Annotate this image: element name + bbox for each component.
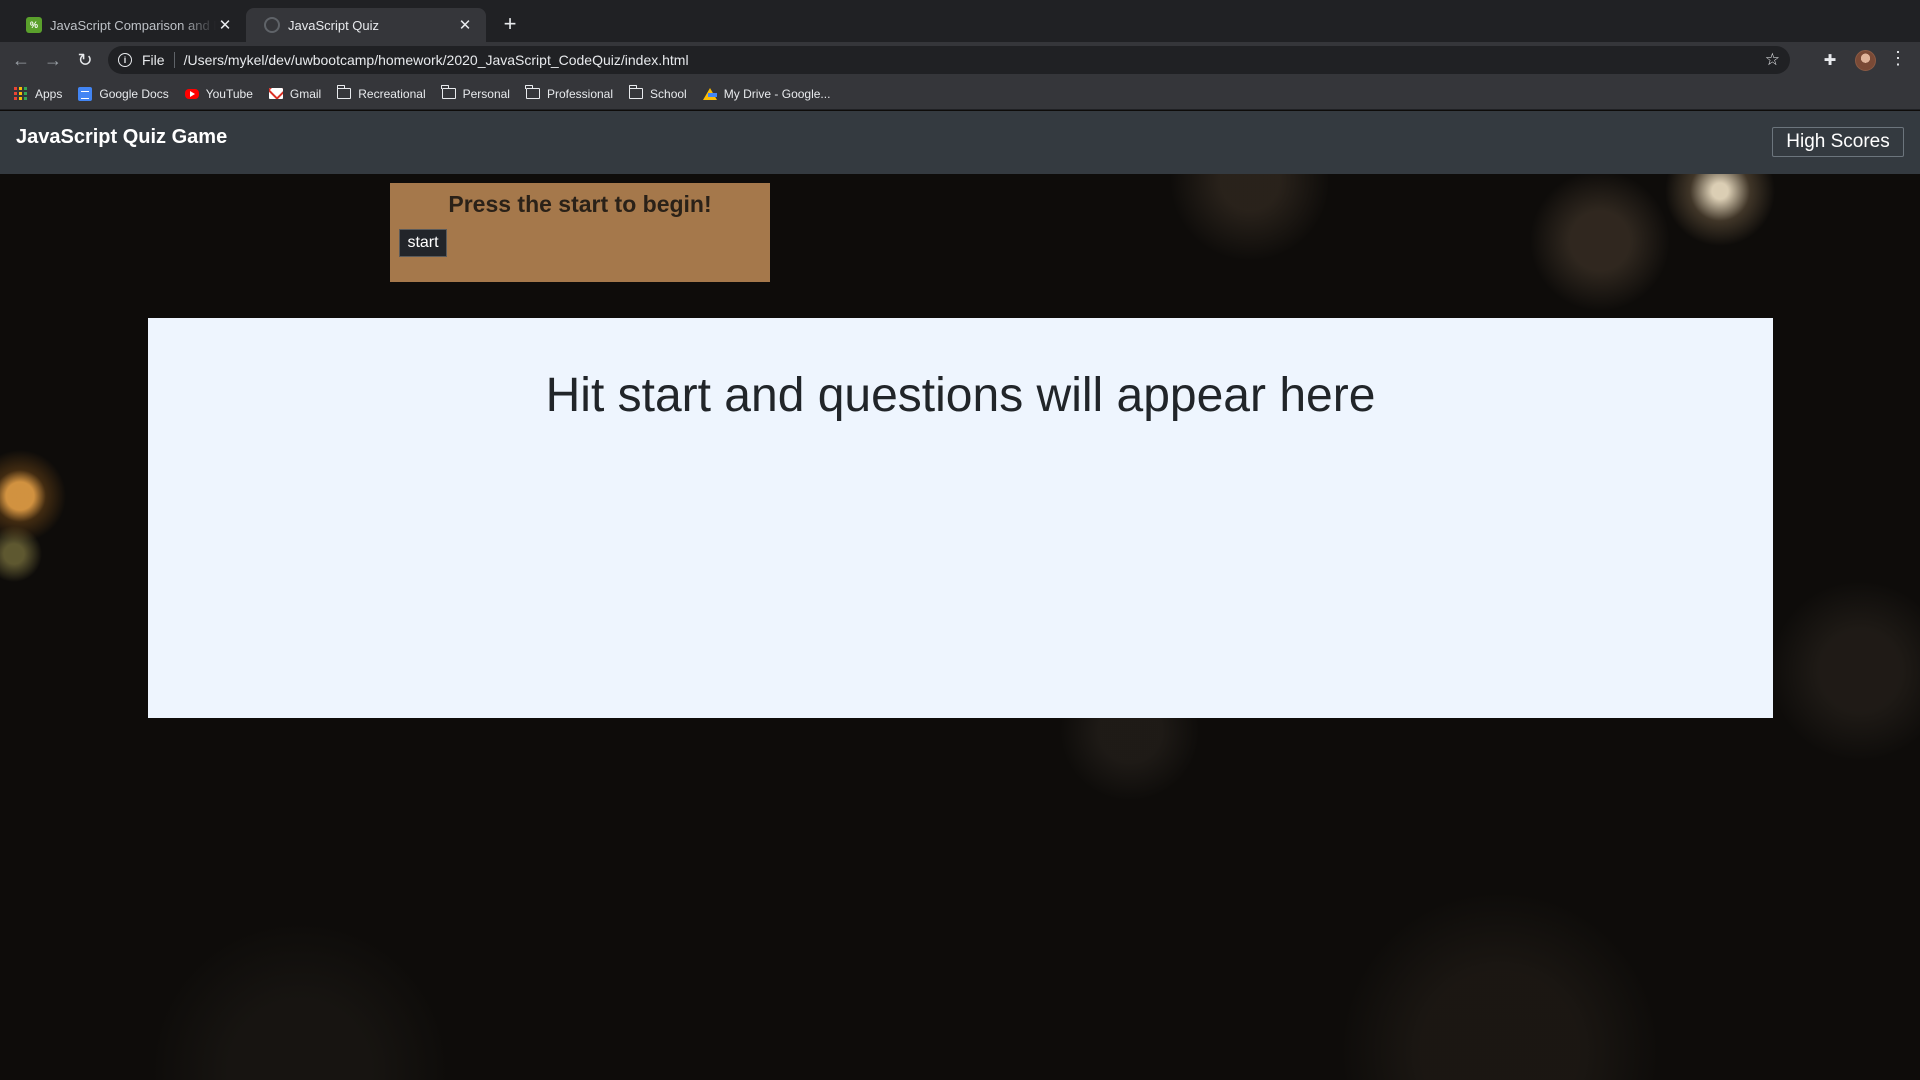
bookmark-label: Gmail (289, 86, 322, 101)
high-scores-button[interactable]: High Scores (1772, 127, 1904, 157)
question-placeholder: Hit start and questions will appear here (545, 369, 1376, 422)
question-panel: Hit start and questions will appear here (148, 318, 1773, 718)
browser-menu-icon[interactable]: ⋮ (1888, 48, 1908, 72)
page-viewport: JavaScript Quiz Game High Scores Press t… (0, 111, 1920, 1080)
bookmark-recreational[interactable]: Recreational (336, 85, 426, 101)
bookmark-star-icon[interactable]: ☆ (1765, 50, 1780, 70)
address-divider (173, 52, 175, 68)
bookmark-label: Personal (462, 86, 510, 101)
bookmark-youtube[interactable]: YouTube (184, 86, 253, 101)
bookmark-gmail[interactable]: Gmail (268, 86, 322, 101)
globe-favicon-icon (264, 17, 280, 33)
reload-icon[interactable]: ↻ (73, 48, 97, 72)
bookmark-my-drive[interactable]: My Drive - Google... (702, 86, 831, 101)
profile-avatar[interactable] (1855, 50, 1876, 71)
start-card: Press the start to begin! start (390, 183, 770, 282)
navbar-brand[interactable]: JavaScript Quiz Game (16, 126, 227, 149)
bookmark-apps[interactable]: Apps (14, 86, 63, 101)
bookmark-label: Apps (35, 86, 63, 101)
browser-tab-comparison-operators[interactable]: % JavaScript Comparison and Logical Oper… (8, 8, 246, 42)
google-drive-icon (702, 87, 717, 100)
tab-title: JavaScript Comparison and Logical Operat… (50, 17, 216, 33)
close-tab-icon[interactable]: ✕ (216, 16, 234, 34)
gmail-icon (268, 88, 283, 99)
bookmark-label: YouTube (205, 86, 253, 101)
folder-icon (336, 85, 352, 99)
folder-icon (441, 85, 456, 99)
start-button[interactable]: start (399, 229, 447, 257)
bookmark-label: Google Docs (99, 86, 169, 101)
new-tab-icon[interactable]: + (498, 13, 522, 37)
browser-tab-javascript-quiz[interactable]: JavaScript Quiz ✕ (246, 8, 486, 42)
scheme-chip[interactable]: File (142, 52, 165, 68)
folder-icon (525, 85, 540, 99)
site-info-icon[interactable]: i (118, 53, 132, 67)
tab-title: JavaScript Quiz (288, 17, 380, 33)
youtube-icon (184, 88, 199, 99)
bookmark-personal[interactable]: Personal (441, 85, 510, 101)
back-arrow-icon[interactable]: ← (9, 48, 33, 72)
address-bar[interactable]: i File /Users/mykel/dev/uwbootcamp/homew… (108, 46, 1790, 74)
bookmark-google-docs[interactable]: Google Docs (78, 86, 169, 101)
bookmarks-bar: Apps Google Docs YouTube Gmail Recreatio… (0, 78, 1920, 110)
browser-toolbar: ← → ↻ i File /Users/mykel/dev/uwbootcamp… (0, 42, 1920, 78)
bookmark-school[interactable]: School (628, 85, 687, 101)
google-docs-icon (78, 86, 93, 101)
bookmark-label: Recreational (358, 86, 426, 101)
bookmark-label: School (650, 86, 687, 101)
forward-arrow-icon[interactable]: → (41, 48, 65, 72)
close-tab-icon[interactable]: ✕ (456, 16, 474, 34)
url-text[interactable]: /Users/mykel/dev/uwbootcamp/homework/202… (184, 52, 689, 68)
extensions-puzzle-icon[interactable]: ✚ (1821, 51, 1839, 69)
browser-tab-strip: % JavaScript Comparison and Logical Oper… (0, 0, 1920, 42)
site-navbar: JavaScript Quiz Game High Scores (0, 111, 1920, 174)
start-prompt: Press the start to begin! (448, 191, 712, 217)
bookmark-professional[interactable]: Professional (525, 85, 614, 101)
apps-grid-icon (14, 86, 28, 101)
bookmark-label: Professional (546, 86, 614, 101)
bookmark-label: My Drive - Google... (723, 86, 831, 101)
folder-icon (628, 85, 644, 99)
calculator-favicon-icon: % (26, 17, 42, 33)
